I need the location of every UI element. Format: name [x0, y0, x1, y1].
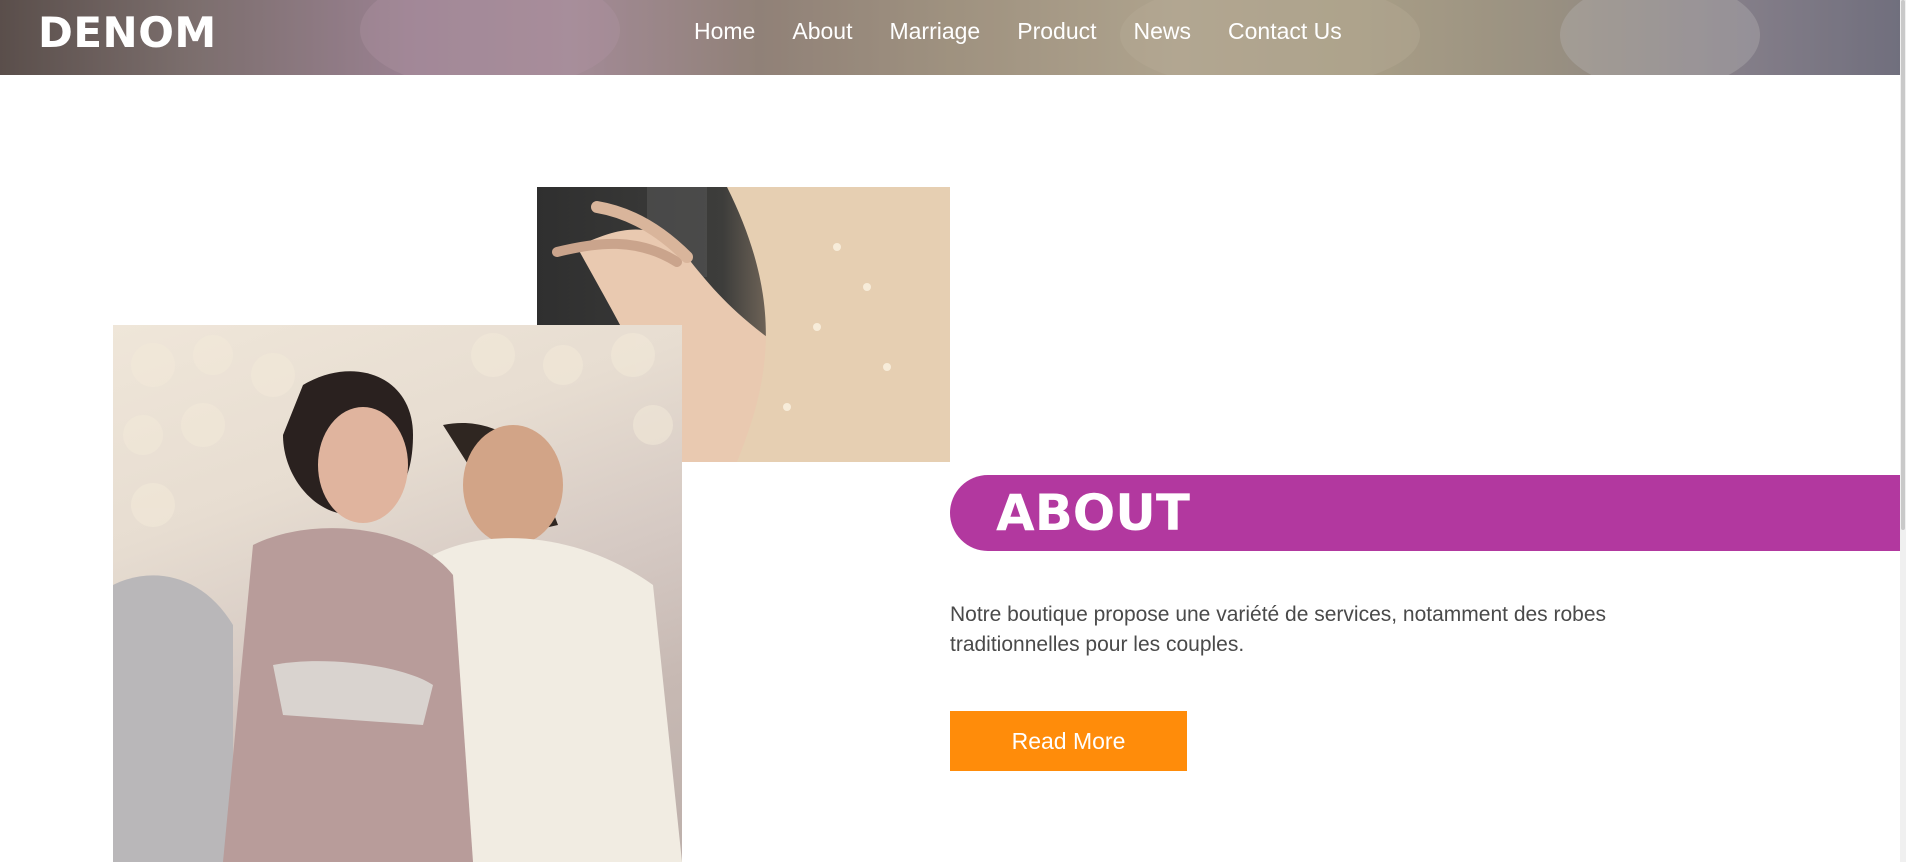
about-description: Notre boutique propose une variété de se…: [950, 603, 1607, 656]
header-banner: DENOM Home About Marriage Product News C…: [0, 0, 1900, 75]
site-logo[interactable]: DENOM: [38, 8, 217, 57]
nav-item-product[interactable]: Product: [1017, 18, 1096, 45]
about-title: ABOUT: [996, 484, 1191, 542]
couple-photo: [113, 325, 682, 862]
page-scrollbar[interactable]: [1900, 0, 1906, 862]
nav-item-marriage[interactable]: Marriage: [889, 18, 980, 45]
nav-item-contact-us[interactable]: Contact Us: [1228, 18, 1342, 45]
nav-item-home[interactable]: Home: [694, 18, 755, 45]
nav-item-news[interactable]: News: [1134, 18, 1192, 45]
main-nav: Home About Marriage Product News Contact…: [694, 18, 1379, 45]
scrollbar-thumb[interactable]: [1901, 0, 1905, 530]
nav-item-about[interactable]: About: [792, 18, 852, 45]
about-heading-band: ABOUT: [950, 475, 1900, 551]
read-more-button[interactable]: Read More: [950, 711, 1187, 771]
couple-photo-art: [113, 333, 682, 862]
